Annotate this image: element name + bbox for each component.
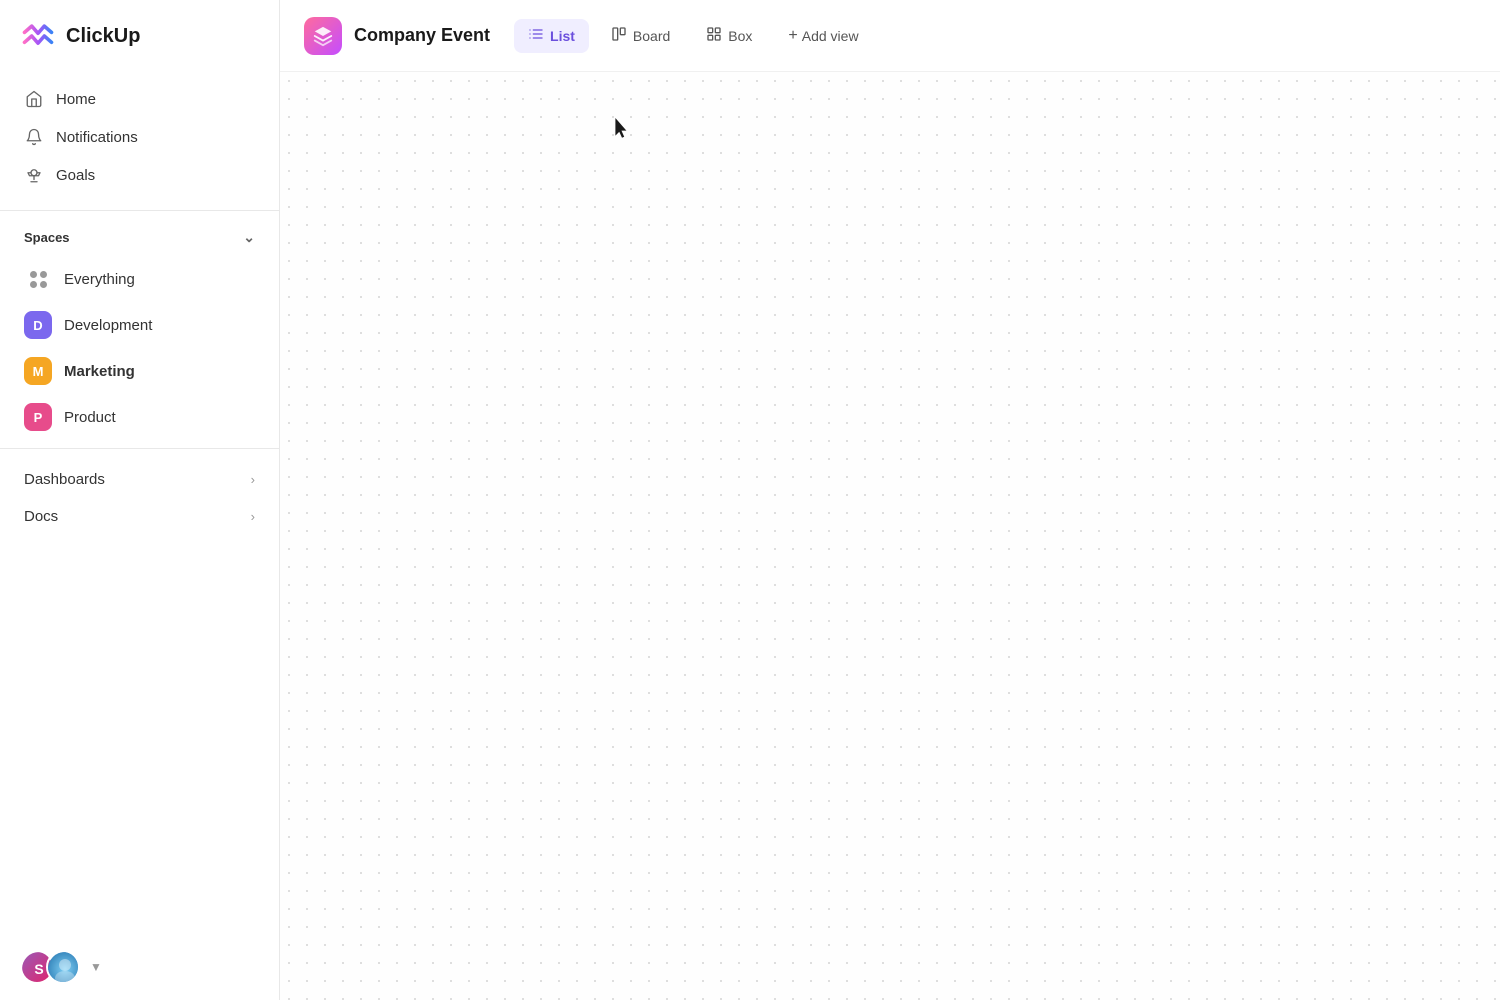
list-tab-icon: [528, 26, 544, 46]
avatar-user-2: [46, 950, 80, 984]
user-dropdown-arrow[interactable]: ▼: [90, 960, 102, 974]
sidebar: ClickUp Home Notifications: [0, 0, 280, 1000]
space-badge-product: P: [24, 403, 52, 431]
spaces-label: Spaces: [24, 230, 70, 245]
space-label-everything: Everything: [64, 271, 135, 288]
space-item-marketing[interactable]: M Marketing: [0, 348, 279, 394]
clickup-logo-icon: [20, 18, 56, 54]
box-tab-icon: [706, 26, 722, 46]
space-item-everything[interactable]: Everything: [0, 256, 279, 302]
space-label-marketing: Marketing: [64, 363, 135, 380]
tab-list-label: List: [550, 28, 575, 44]
logo-text: ClickUp: [66, 25, 140, 48]
dashboards-label: Dashboards: [24, 471, 105, 488]
chevron-right-icon-docs: ›: [251, 509, 255, 524]
space-badge-development: D: [24, 311, 52, 339]
project-icon: [304, 17, 342, 55]
sidebar-footer: S: [0, 934, 279, 1000]
divider-nav: [0, 210, 279, 211]
content-area: [280, 72, 1500, 1000]
nav-label-goals: Goals: [56, 167, 95, 184]
tab-list[interactable]: List: [514, 19, 589, 53]
add-view-button[interactable]: + Add view: [774, 20, 872, 52]
avatar-img-circle: [48, 952, 80, 984]
tab-box[interactable]: Box: [692, 19, 766, 53]
nav-item-notifications[interactable]: Notifications: [12, 118, 267, 156]
divider-spaces: [0, 448, 279, 449]
tab-box-label: Box: [728, 28, 752, 44]
avatar-stack[interactable]: S: [20, 950, 80, 984]
spaces-section-header[interactable]: Spaces ⌄: [0, 219, 279, 256]
main-content: Company Event List: [280, 0, 1500, 1000]
topbar: Company Event List: [280, 0, 1500, 72]
everything-dots-icon: [24, 265, 52, 293]
home-icon: [24, 89, 44, 109]
nav-item-home[interactable]: Home: [12, 80, 267, 118]
expand-item-dashboards[interactable]: Dashboards ›: [12, 461, 267, 498]
trophy-icon: [24, 165, 44, 185]
bottom-section: Dashboards › Docs ›: [0, 457, 279, 539]
space-badge-marketing: M: [24, 357, 52, 385]
chevron-down-icon: ⌄: [243, 229, 255, 246]
project-title: Company Event: [354, 25, 490, 46]
tab-board-label: Board: [633, 28, 670, 44]
plus-icon: +: [788, 27, 797, 45]
chevron-right-icon-dashboards: ›: [251, 472, 255, 487]
nav-label-notifications: Notifications: [56, 129, 138, 146]
space-label-product: Product: [64, 409, 116, 426]
logo-area: ClickUp: [0, 0, 279, 72]
nav-section: Home Notifications Goals: [0, 72, 279, 202]
expand-item-docs[interactable]: Docs ›: [12, 498, 267, 535]
nav-item-goals[interactable]: Goals: [12, 156, 267, 194]
docs-label: Docs: [24, 508, 58, 525]
space-item-development[interactable]: D Development: [0, 302, 279, 348]
space-item-product[interactable]: P Product: [0, 394, 279, 440]
bell-icon: [24, 127, 44, 147]
nav-label-home: Home: [56, 91, 96, 108]
cursor: [615, 118, 629, 140]
add-view-label: Add view: [802, 28, 859, 44]
space-label-development: Development: [64, 317, 152, 334]
tab-board[interactable]: Board: [597, 19, 684, 53]
board-tab-icon: [611, 26, 627, 46]
